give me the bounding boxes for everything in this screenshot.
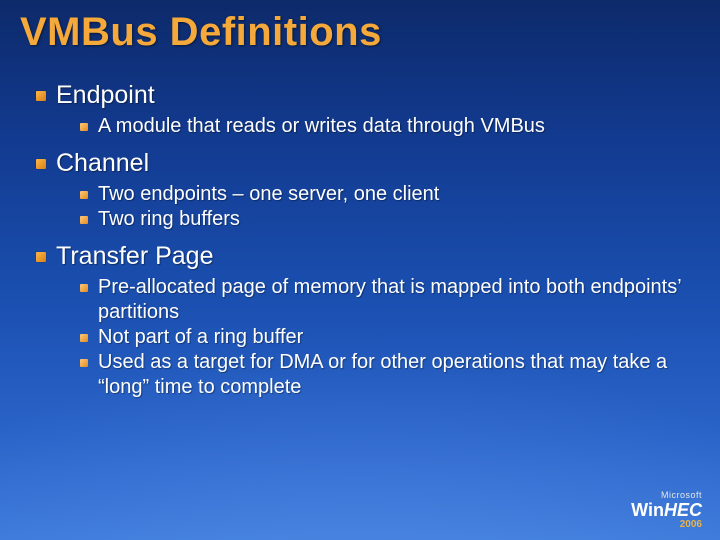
item-label: Endpoint <box>56 81 155 110</box>
sub-item-text: A module that reads or writes data throu… <box>98 114 545 139</box>
slide-title: VMBus Definitions <box>20 10 690 55</box>
sub-list: Pre-allocated page of memory that is map… <box>36 275 690 400</box>
bullet-icon <box>36 252 46 262</box>
bullet-icon <box>36 159 46 169</box>
list-item: Two ring buffers <box>80 207 690 232</box>
list-item: Endpoint A module that reads or writes d… <box>36 81 690 139</box>
slide: VMBus Definitions Endpoint A module that… <box>0 0 720 540</box>
bullet-icon <box>80 334 88 342</box>
logo-part-a: Win <box>631 500 664 520</box>
sub-item-text: Used as a target for DMA or for other op… <box>98 350 690 400</box>
bullet-icon <box>80 216 88 224</box>
bullet-icon <box>80 359 88 367</box>
list-item: A module that reads or writes data throu… <box>80 114 690 139</box>
logo-brand-top: Microsoft <box>631 491 702 500</box>
bullet-icon <box>80 191 88 199</box>
item-label: Transfer Page <box>56 242 213 271</box>
sub-item-text: Not part of a ring buffer <box>98 325 303 350</box>
logo-brand-main: WinHEC <box>631 501 702 519</box>
sub-item-text: Pre-allocated page of memory that is map… <box>98 275 690 325</box>
sub-item-text: Two endpoints – one server, one client <box>98 182 439 207</box>
list-item: Not part of a ring buffer <box>80 325 690 350</box>
list-item: Used as a target for DMA or for other op… <box>80 350 690 400</box>
content-list: Endpoint A module that reads or writes d… <box>20 81 690 400</box>
footer-logo: Microsoft WinHEC 2006 <box>631 491 702 530</box>
list-item: Transfer Page Pre-allocated page of memo… <box>36 242 690 400</box>
sub-item-text: Two ring buffers <box>98 207 240 232</box>
list-item: Pre-allocated page of memory that is map… <box>80 275 690 325</box>
sub-list: A module that reads or writes data throu… <box>36 114 690 139</box>
bullet-icon <box>80 123 88 131</box>
logo-year: 2006 <box>631 520 702 530</box>
list-item: Two endpoints – one server, one client <box>80 182 690 207</box>
sub-list: Two endpoints – one server, one client T… <box>36 182 690 232</box>
item-label: Channel <box>56 149 149 178</box>
list-item: Channel Two endpoints – one server, one … <box>36 149 690 232</box>
bullet-icon <box>36 91 46 101</box>
bullet-icon <box>80 284 88 292</box>
logo-part-b: HEC <box>664 500 702 520</box>
